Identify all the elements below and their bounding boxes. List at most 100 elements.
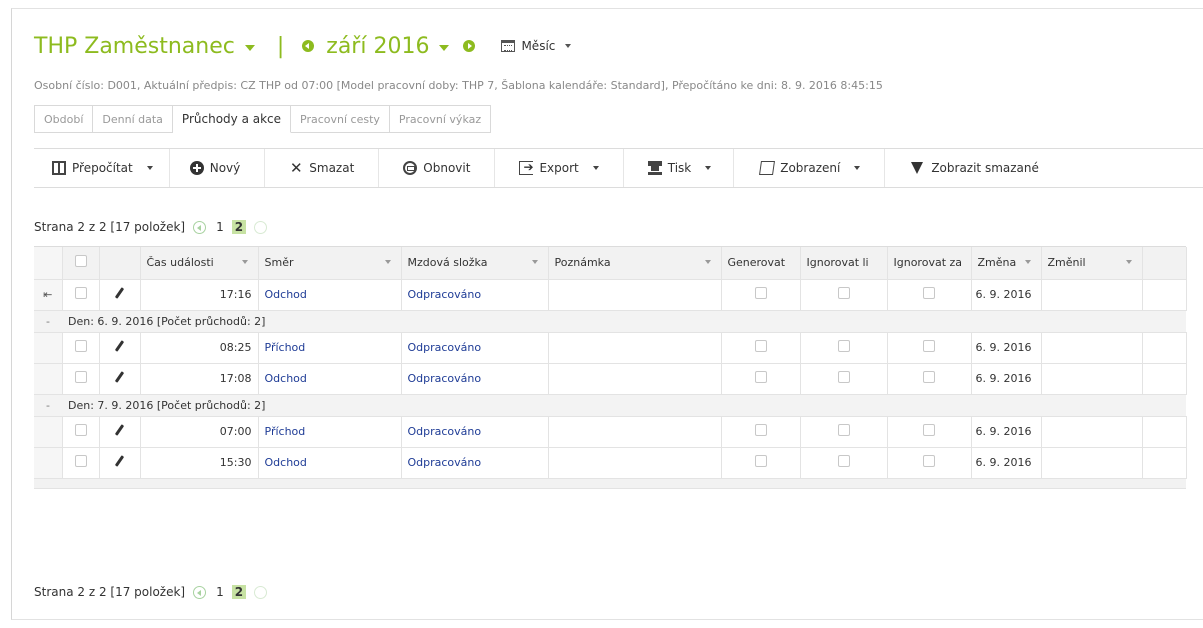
ignore-1-checkbox[interactable] — [837, 340, 850, 352]
tab-denni-data[interactable]: Denní data — [93, 105, 173, 133]
ignore-2-checkbox[interactable] — [923, 455, 935, 467]
chevron-down-icon[interactable] — [244, 45, 255, 51]
ignore-1-checkbox[interactable] — [837, 455, 850, 467]
recalc-button[interactable]: Přepočítat — [34, 149, 170, 187]
row-checkbox[interactable] — [74, 424, 87, 436]
tab-obdobi[interactable]: Období — [34, 105, 94, 133]
collapse-icon[interactable] — [34, 310, 62, 333]
cell-ignore-1[interactable] — [800, 447, 888, 479]
prev-page-icon[interactable] — [193, 220, 207, 234]
header-select-all[interactable] — [62, 247, 100, 280]
column-generate[interactable]: Generovat — [721, 247, 801, 280]
filter-icon[interactable] — [1125, 260, 1132, 264]
next-page-icon[interactable] — [254, 585, 268, 599]
generate-checkbox[interactable] — [754, 287, 767, 299]
employee-title[interactable]: THP Zaměstnanec — [34, 34, 235, 59]
cell-ignore-2[interactable] — [887, 279, 972, 311]
export-button[interactable]: Export — [495, 149, 624, 187]
cell-wage[interactable]: Odpracováno — [401, 279, 549, 311]
filter-icon[interactable] — [531, 260, 538, 264]
refresh-button[interactable]: Obnovit — [379, 149, 496, 187]
pencil-icon[interactable] — [114, 340, 125, 352]
show-deleted-button[interactable]: Zobrazit smazané — [885, 149, 1043, 187]
table-row[interactable]: 15:30 Odchod Odpracováno 6. 9. 2016 — [34, 447, 1187, 479]
cell-direction[interactable]: Příchod — [258, 332, 402, 364]
cell-generate[interactable] — [721, 363, 801, 395]
page-1-link[interactable]: 1 — [216, 220, 224, 234]
filter-icon[interactable] — [1024, 260, 1031, 264]
pencil-icon[interactable] — [114, 371, 125, 383]
delete-button[interactable]: ✕ Smazat — [265, 149, 380, 187]
cell-ignore-2[interactable] — [887, 416, 972, 448]
cell-generate[interactable] — [721, 332, 801, 364]
cell-ignore-1[interactable] — [800, 279, 888, 311]
generate-checkbox[interactable] — [754, 371, 767, 383]
cell-generate[interactable] — [721, 416, 801, 448]
column-ignore-2[interactable]: Ignorovat za — [887, 247, 972, 280]
cell-ignore-1[interactable] — [800, 416, 888, 448]
table-row[interactable]: 07:00 Příchod Odpracováno 6. 9. 2016 — [34, 416, 1187, 448]
horizontal-scrollbar[interactable] — [34, 478, 1186, 489]
row-checkbox[interactable] — [74, 371, 87, 383]
column-direction[interactable]: Směr — [258, 247, 402, 280]
generate-checkbox[interactable] — [754, 424, 767, 436]
row-edit[interactable] — [99, 363, 141, 395]
pencil-icon[interactable] — [114, 424, 125, 436]
cell-wage[interactable]: Odpracováno — [401, 363, 549, 395]
filter-icon[interactable] — [704, 260, 711, 264]
row-edit[interactable] — [99, 279, 141, 311]
page-2-link[interactable]: 2 — [231, 585, 247, 599]
chevron-down-icon[interactable] — [439, 45, 450, 51]
cell-ignore-2[interactable] — [887, 363, 972, 395]
view-mode-dropdown[interactable]: Měsíc — [501, 39, 572, 53]
column-time[interactable]: Čas události — [140, 247, 259, 280]
table-row[interactable]: 17:08 Odchod Odpracováno 6. 9. 2016 — [34, 363, 1187, 395]
tab-pruchody-a-akce[interactable]: Průchody a akce — [172, 105, 292, 133]
ignore-2-checkbox[interactable] — [923, 340, 935, 352]
column-note[interactable]: Poznámka — [548, 247, 722, 280]
ignore-1-checkbox[interactable] — [837, 371, 850, 383]
collapse-icon[interactable] — [34, 394, 62, 417]
table-row[interactable]: ⇤ 17:16 Odchod Odpracováno 6. 9. 2016 — [34, 279, 1187, 311]
ignore-2-checkbox[interactable] — [923, 424, 935, 436]
cell-direction[interactable]: Odchod — [258, 279, 402, 311]
filter-icon[interactable] — [384, 260, 391, 264]
cell-direction[interactable]: Odchod — [258, 447, 402, 479]
cell-ignore-1[interactable] — [800, 363, 888, 395]
column-changed-by[interactable]: Změnil — [1041, 247, 1143, 280]
column-ignore-1[interactable]: Ignorovat li — [800, 247, 888, 280]
cell-direction[interactable]: Příchod — [258, 416, 402, 448]
ignore-2-checkbox[interactable] — [923, 371, 935, 383]
view-button[interactable]: Zobrazení — [734, 149, 886, 187]
month-selector[interactable]: září 2016 — [326, 34, 429, 59]
cell-generate[interactable] — [721, 447, 801, 479]
generate-checkbox[interactable] — [754, 455, 767, 467]
ignore-1-checkbox[interactable] — [837, 424, 850, 436]
prev-month-icon[interactable] — [302, 40, 315, 52]
cell-direction[interactable]: Odchod — [258, 363, 402, 395]
generate-checkbox[interactable] — [754, 340, 767, 352]
row-edit[interactable] — [99, 416, 141, 448]
page-1-link[interactable]: 1 — [216, 585, 224, 599]
pencil-icon[interactable] — [114, 287, 125, 299]
page-2-link[interactable]: 2 — [231, 220, 247, 234]
ignore-2-checkbox[interactable] — [923, 287, 935, 299]
row-select[interactable] — [62, 279, 100, 311]
tab-pracovni-vykaz[interactable]: Pracovní výkaz — [389, 105, 492, 133]
cell-wage[interactable]: Odpracováno — [401, 447, 549, 479]
cell-generate[interactable] — [721, 279, 801, 311]
column-changed[interactable]: Změna — [971, 247, 1042, 280]
group-row[interactable]: Den: 7. 9. 2016 [Počet průchodů: 2] — [34, 394, 1186, 417]
next-page-icon[interactable] — [254, 220, 268, 234]
cell-ignore-2[interactable] — [887, 447, 972, 479]
cell-ignore-1[interactable] — [800, 332, 888, 364]
row-edit[interactable] — [99, 447, 141, 479]
group-row[interactable]: Den: 6. 9. 2016 [Počet průchodů: 2] — [34, 310, 1186, 333]
pencil-icon[interactable] — [114, 455, 125, 467]
select-all-checkbox[interactable] — [74, 255, 87, 268]
cell-ignore-2[interactable] — [887, 332, 972, 364]
row-checkbox[interactable] — [74, 340, 87, 352]
row-checkbox[interactable] — [74, 287, 87, 299]
ignore-1-checkbox[interactable] — [837, 287, 850, 299]
cell-wage[interactable]: Odpracováno — [401, 416, 549, 448]
